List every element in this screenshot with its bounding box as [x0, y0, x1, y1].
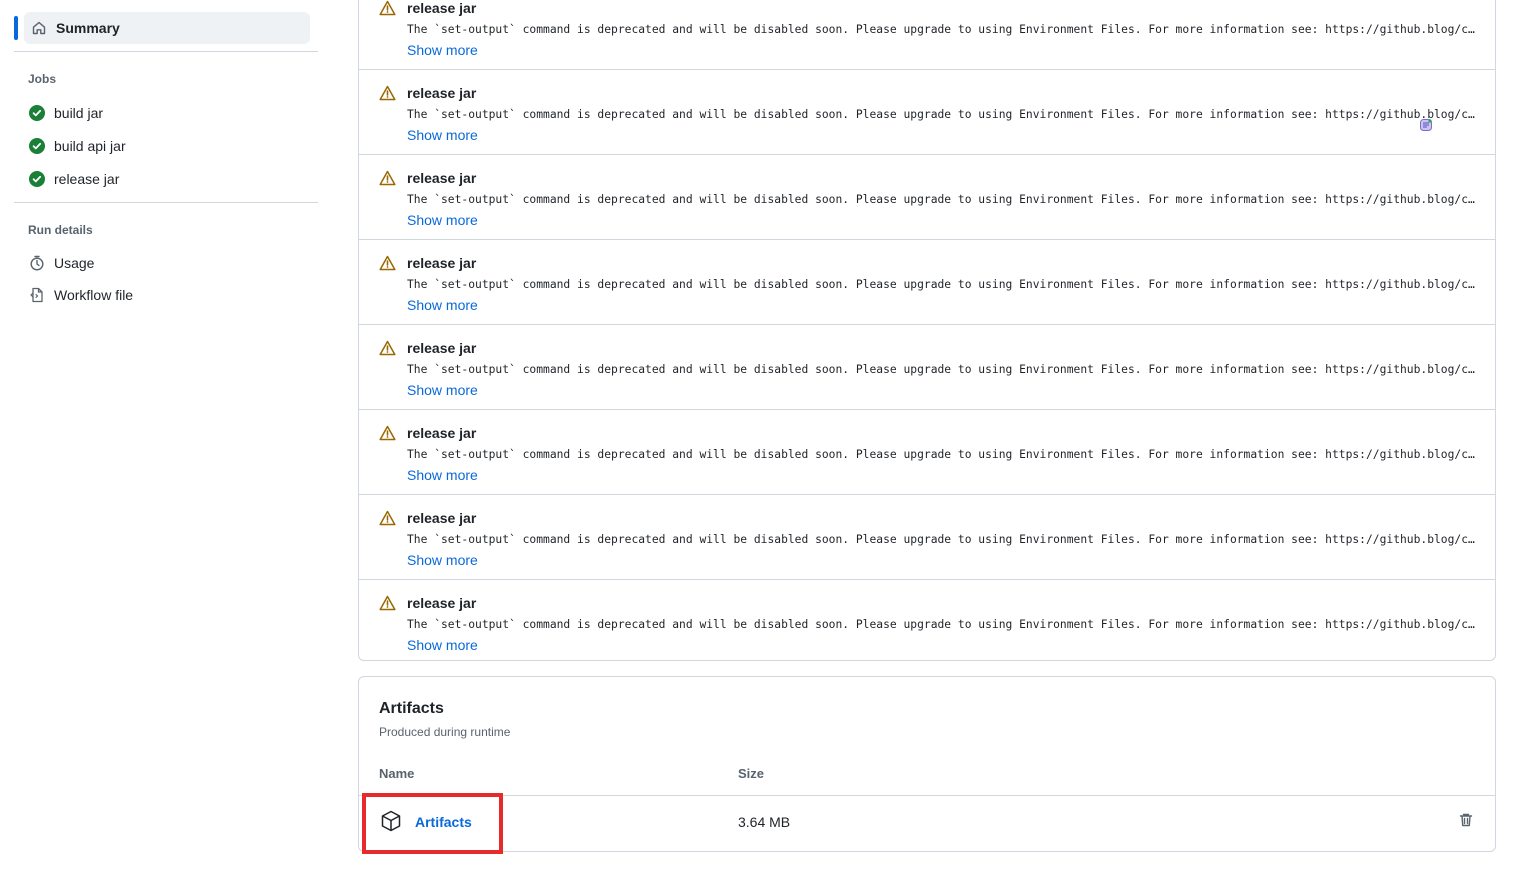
- sidebar-item-usage[interactable]: Usage: [28, 251, 94, 275]
- stopwatch-icon: [28, 254, 46, 272]
- usage-label: Usage: [54, 255, 95, 271]
- warning-icon: [379, 425, 396, 444]
- annotation: release jar The `set-output` command is …: [359, 240, 1495, 325]
- workflow-file-label: Workflow file: [54, 287, 134, 303]
- annotation: release jar The `set-output` command is …: [359, 0, 1495, 70]
- annotations-panel: release jar The `set-output` command is …: [358, 0, 1496, 661]
- sidebar-item-summary[interactable]: Summary: [24, 12, 310, 44]
- job-label: build api jar: [54, 138, 126, 154]
- check-circle-icon: [28, 137, 46, 155]
- show-more-link[interactable]: Show more: [407, 382, 478, 398]
- extension-icon[interactable]: [1419, 118, 1433, 132]
- artifacts-title: Artifacts: [379, 700, 444, 717]
- annotation-title: release jar: [407, 510, 477, 526]
- annotation-message: The `set-output` command is deprecated a…: [407, 363, 1479, 376]
- annotation-message: The `set-output` command is deprecated a…: [407, 448, 1479, 461]
- show-more-link[interactable]: Show more: [407, 127, 478, 143]
- annotation-title: release jar: [407, 595, 477, 611]
- warning-icon: [379, 510, 396, 529]
- trash-icon[interactable]: [1458, 812, 1474, 831]
- annotation-title: release jar: [407, 255, 477, 271]
- warning-icon: [379, 85, 396, 104]
- annotation-title: release jar: [407, 85, 477, 101]
- show-more-link[interactable]: Show more: [407, 552, 478, 568]
- warning-icon: [379, 170, 396, 189]
- annotation-title: release jar: [407, 170, 477, 186]
- show-more-link[interactable]: Show more: [407, 212, 478, 228]
- annotation: release jar The `set-output` command is …: [359, 155, 1495, 240]
- artifacts-subtitle: Produced during runtime: [379, 725, 511, 739]
- annotation-message: The `set-output` command is deprecated a…: [407, 193, 1479, 206]
- sidebar-item-release-jar[interactable]: release jar: [28, 167, 119, 191]
- job-label: release jar: [54, 171, 120, 187]
- annotation-title: release jar: [407, 0, 477, 16]
- warning-icon: [379, 0, 396, 19]
- show-more-link[interactable]: Show more: [407, 297, 478, 313]
- warning-icon: [379, 255, 396, 274]
- divider: [14, 202, 318, 203]
- annotation: release jar The `set-output` command is …: [359, 410, 1495, 495]
- annotation: release jar The `set-output` command is …: [359, 580, 1495, 660]
- annotation: release jar The `set-output` command is …: [359, 70, 1495, 155]
- sidebar-item-workflow-file[interactable]: Workflow file: [28, 283, 133, 307]
- check-circle-icon: [28, 104, 46, 122]
- show-more-link[interactable]: Show more: [407, 42, 478, 58]
- row-divider: [359, 795, 1495, 796]
- sidebar: Summary Jobs build jar build api jar rel…: [0, 0, 330, 887]
- annotation-message: The `set-output` command is deprecated a…: [407, 533, 1479, 546]
- job-label: build jar: [54, 105, 104, 121]
- run-details-section-title: Run details: [28, 223, 93, 237]
- artifacts-card: Artifacts Produced during runtime Name S…: [358, 676, 1496, 852]
- warning-icon: [379, 340, 396, 359]
- annotation-title: release jar: [407, 425, 477, 441]
- show-more-link[interactable]: Show more: [407, 637, 478, 653]
- annotation-message: The `set-output` command is deprecated a…: [407, 618, 1479, 631]
- sidebar-item-build-api-jar[interactable]: build api jar: [28, 134, 126, 158]
- show-more-link[interactable]: Show more: [407, 467, 478, 483]
- column-header-name: Name: [379, 766, 415, 781]
- annotation-message: The `set-output` command is deprecated a…: [407, 108, 1479, 121]
- highlight-box: [362, 793, 503, 854]
- sidebar-item-label: Summary: [56, 20, 120, 36]
- workflow-file-icon: [28, 286, 46, 304]
- home-icon: [30, 19, 48, 37]
- annotation-title: release jar: [407, 340, 477, 356]
- column-header-size: Size: [738, 766, 765, 781]
- jobs-section-title: Jobs: [28, 72, 57, 86]
- active-indicator: [14, 16, 18, 40]
- annotation-message: The `set-output` command is deprecated a…: [407, 23, 1479, 36]
- check-circle-icon: [28, 170, 46, 188]
- annotation-message: The `set-output` command is deprecated a…: [407, 278, 1479, 291]
- warning-icon: [379, 595, 396, 614]
- annotation: release jar The `set-output` command is …: [359, 325, 1495, 410]
- artifact-size: 3.64 MB: [738, 814, 791, 830]
- divider: [14, 51, 318, 52]
- sidebar-item-build-jar[interactable]: build jar: [28, 101, 103, 125]
- annotation: release jar The `set-output` command is …: [359, 495, 1495, 580]
